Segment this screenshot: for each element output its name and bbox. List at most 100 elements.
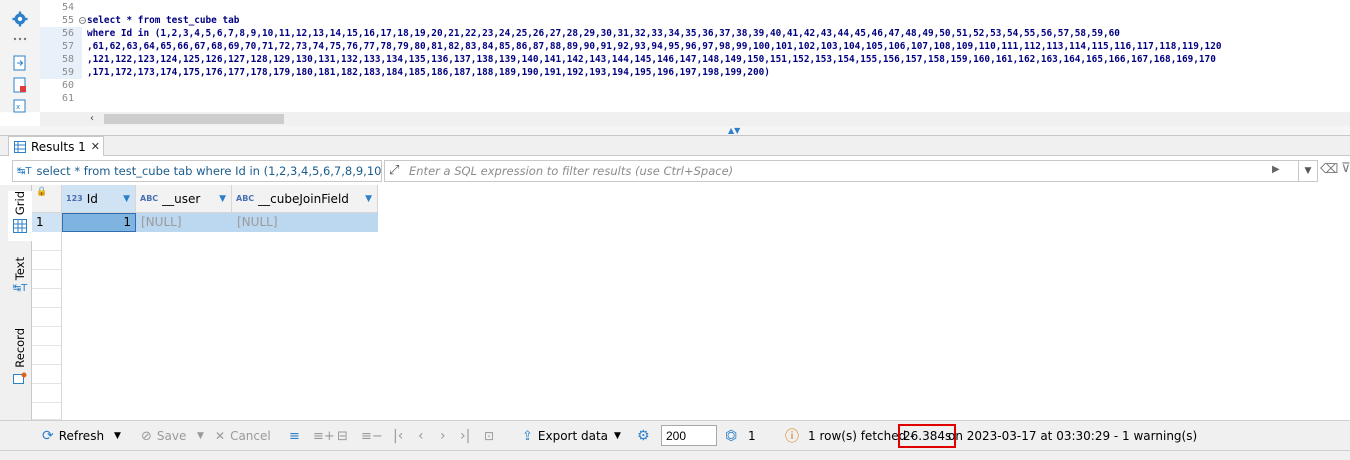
- results-toolbar: ⟳ Refresh ▼ ⊘ Save ▼ ✕ Cancel ≡ ≡+ ⊟ ≡− …: [0, 420, 1350, 450]
- execute-script-icon[interactable]: [11, 54, 29, 72]
- query-text-box[interactable]: ↹T select * from test_cube tab where Id …: [12, 160, 382, 182]
- empty-row: [32, 308, 62, 327]
- row-count-icon: ⏣: [725, 428, 738, 444]
- column-header-id[interactable]: 123 Id ▼: [62, 185, 136, 213]
- chevron-down-icon[interactable]: ▼: [614, 421, 621, 451]
- gear-icon[interactable]: ⚙: [637, 421, 650, 451]
- sort-icon[interactable]: ▼: [219, 194, 226, 204]
- column-type: ABC: [140, 194, 159, 203]
- results-tab-bar: Results 1 ✕: [0, 136, 1350, 156]
- grid-corner: 🔒: [32, 185, 62, 213]
- empty-row: [32, 346, 62, 365]
- add-row-icon[interactable]: ≡+: [313, 421, 335, 451]
- eraser-icon[interactable]: ⌫: [1320, 162, 1338, 177]
- column-name: Id: [86, 191, 98, 206]
- save-label: Save: [156, 429, 187, 443]
- column-name: __user: [162, 191, 201, 206]
- code-line: ,171,172,173,174,175,176,177,178,179,180…: [87, 67, 770, 78]
- check-circle-icon: ⊘: [141, 428, 152, 444]
- save-button[interactable]: ⊘ Save: [141, 421, 186, 451]
- left-margin: [0, 185, 8, 420]
- table-cell[interactable]: [NULL]: [136, 213, 232, 232]
- edit-row-icon[interactable]: ≡: [289, 421, 300, 451]
- scrollbar-thumb[interactable]: [104, 114, 284, 124]
- play-icon[interactable]: ▶: [1272, 164, 1280, 175]
- variables-icon[interactable]: x: [11, 97, 29, 115]
- next-page-icon[interactable]: ›: [440, 421, 446, 451]
- cancel-button[interactable]: ✕ Cancel: [215, 421, 271, 451]
- last-page-icon[interactable]: ›|: [460, 421, 470, 451]
- empty-row: [32, 384, 62, 403]
- first-page-icon[interactable]: |‹: [393, 421, 403, 451]
- filter-icon[interactable]: ⊽: [1341, 161, 1350, 176]
- warning-icon[interactable]: ⓘ: [785, 421, 799, 451]
- text-icon: ↹T: [12, 283, 28, 295]
- new-script-icon[interactable]: [11, 76, 29, 94]
- column-header-cubejoinfield[interactable]: ABC __cubeJoinField ▼: [232, 185, 378, 213]
- chevron-down-icon[interactable]: ▼: [1298, 160, 1318, 182]
- line-number: 60: [61, 80, 74, 91]
- line-number: 58: [40, 53, 82, 66]
- filter-input[interactable]: Enter a SQL expression to filter results…: [384, 160, 1318, 182]
- panel-splitter[interactable]: ▲▼: [0, 126, 1350, 136]
- cancel-icon: ✕: [215, 429, 226, 443]
- empty-row: [32, 270, 62, 289]
- editor-horizontal-scrollbar[interactable]: ‹: [40, 112, 1350, 126]
- fetch-size-input[interactable]: [661, 425, 717, 446]
- column-header-user[interactable]: ABC __user ▼: [136, 185, 232, 213]
- grid-icon: [13, 219, 27, 234]
- sort-icon[interactable]: ▼: [365, 194, 372, 204]
- refresh-button[interactable]: ⟳ Refresh: [42, 421, 104, 451]
- side-tab-label: Grid: [13, 191, 27, 216]
- chevron-down-icon[interactable]: ▼: [114, 421, 121, 451]
- code-line: where Id in (1,2,3,4,5,6,7,8,9,10,11,12,…: [87, 28, 1120, 39]
- line-number: 59: [40, 66, 82, 79]
- query-text: select * from test_cube tab where Id in …: [36, 164, 382, 178]
- line-number: 56: [40, 27, 82, 40]
- column-name: __cubeJoinField: [258, 191, 349, 206]
- code-line: select * from test_cube tab: [87, 15, 240, 26]
- side-tab-text[interactable]: Text ↹T: [8, 257, 32, 302]
- export-label: Export data: [537, 429, 609, 443]
- scroll-left-icon[interactable]: ‹: [90, 113, 94, 124]
- collapse-up-icon[interactable]: ▲▼: [728, 126, 740, 135]
- close-icon[interactable]: ✕: [91, 140, 100, 153]
- status-tail: on 2023-03-17 at 03:30:29 - 1 warning(s): [948, 429, 1198, 443]
- view-mode-tabs: Grid Text ↹T Record: [8, 185, 32, 420]
- delete-row-icon[interactable]: ≡−: [361, 421, 383, 451]
- sort-icon[interactable]: ▼: [123, 194, 130, 204]
- sql-text-icon: ↹T: [17, 165, 32, 177]
- more-dots-icon[interactable]: [11, 30, 29, 48]
- sql-editor[interactable]: 54 55 56 57 58 59 60 61 − select * from …: [40, 0, 1350, 112]
- fetch-all-icon[interactable]: ⊡: [484, 421, 494, 451]
- empty-row: [32, 289, 62, 308]
- column-type: ABC: [236, 194, 255, 203]
- row-number[interactable]: 1: [32, 213, 62, 232]
- table-cell[interactable]: 1: [62, 213, 136, 232]
- empty-row: [32, 232, 62, 251]
- record-icon: [13, 372, 27, 384]
- export-data-button[interactable]: ⇪ Export data: [522, 421, 608, 451]
- empty-row: [32, 327, 62, 346]
- copy-row-icon[interactable]: ⊟: [337, 421, 348, 451]
- side-tab-label: Record: [13, 328, 27, 368]
- gear-icon[interactable]: [11, 10, 29, 28]
- refresh-icon: ⟳: [42, 428, 54, 444]
- cancel-label: Cancel: [230, 429, 271, 443]
- filter-placeholder: Enter a SQL expression to filter results…: [409, 164, 734, 178]
- table-cell[interactable]: [NULL]: [232, 213, 378, 232]
- results-grid[interactable]: 🔒 123 Id ▼ ABC __user ▼ ABC __cubeJoinFi…: [32, 185, 1350, 420]
- line-number: 57: [40, 40, 82, 53]
- side-tab-grid[interactable]: Grid: [8, 191, 32, 241]
- code-line: ,121,122,123,124,125,126,127,128,129,130…: [87, 54, 1216, 65]
- table-icon: [14, 140, 26, 153]
- prev-page-icon[interactable]: ‹: [418, 421, 424, 451]
- editor-side-toolbar: x: [0, 0, 40, 115]
- side-tab-record[interactable]: Record: [8, 328, 32, 388]
- side-tab-label: Text: [13, 257, 27, 281]
- fold-icon[interactable]: −: [79, 17, 86, 24]
- tab-results-1[interactable]: Results 1 ✕: [8, 136, 104, 156]
- status-bar: [0, 450, 1350, 460]
- chevron-down-icon[interactable]: ▼: [197, 421, 204, 451]
- lock-icon: 🔒: [36, 187, 48, 197]
